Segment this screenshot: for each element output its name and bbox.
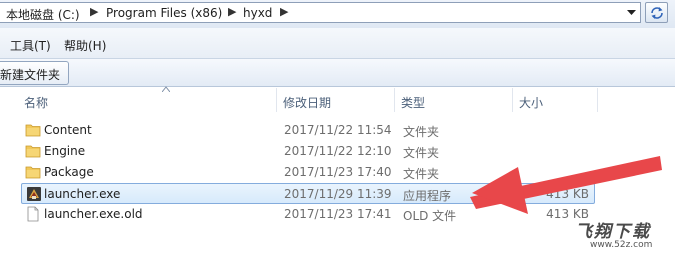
column-header-size-label: 大小 — [519, 96, 544, 110]
file-name: Engine — [44, 144, 86, 158]
list-item[interactable]: Engine 2017/11/22 12:10 文件夹 — [21, 141, 595, 162]
file-type: OLD 文件 — [403, 209, 457, 223]
address-bar-row: 本地磁盘 (C:) ▶ Program Files (x86) ▶ hyxd ▶ — [0, 0, 675, 28]
address-bar[interactable]: 本地磁盘 (C:) ▶ Program Files (x86) ▶ hyxd ▶ — [0, 2, 641, 23]
list-item[interactable]: Content 2017/11/22 11:54 文件夹 — [21, 120, 595, 141]
new-folder-button[interactable]: 新建文件夹 — [0, 61, 69, 85]
column-header-size[interactable]: 大小 — [513, 88, 598, 112]
folder-icon — [25, 124, 41, 137]
breadcrumb-separator-icon[interactable]: ▶ — [90, 5, 98, 18]
file-name: launcher.exe.old — [44, 207, 143, 221]
column-header-type[interactable]: 类型 — [395, 88, 513, 112]
menu-tools[interactable]: 工具(T) — [10, 37, 51, 54]
file-modified: 2017/11/23 17:40 — [284, 165, 392, 179]
breadcrumb-drive[interactable]: 本地磁盘 (C:) — [6, 6, 80, 23]
breadcrumb-hyxd[interactable]: hyxd — [243, 6, 272, 20]
file-type: 文件夹 — [403, 146, 440, 160]
breadcrumb-separator-icon[interactable]: ▶ — [280, 5, 288, 18]
folder-icon — [25, 166, 41, 179]
refresh-icon — [650, 6, 663, 19]
list-item[interactable]: launcher.exe.old 2017/11/23 17:41 OLD 文件… — [21, 204, 595, 225]
file-name: launcher.exe — [44, 187, 121, 201]
chevron-down-icon[interactable] — [624, 4, 639, 21]
file-type: 应用程序 — [403, 189, 452, 203]
column-header-type-label: 类型 — [401, 96, 426, 110]
column-header-name-label: 名称 — [24, 96, 49, 110]
refresh-button[interactable] — [645, 2, 668, 23]
file-type: 文件夹 — [403, 167, 440, 181]
column-header-name[interactable]: 名称 — [18, 86, 277, 112]
column-header-modified-label: 修改日期 — [283, 96, 332, 110]
menu-bar: 工具(T) 帮助(H) — [0, 28, 675, 59]
file-type: 文件夹 — [403, 125, 440, 139]
menu-help[interactable]: 帮助(H) — [64, 37, 106, 54]
watermark-title: 飞翔下载 — [575, 222, 651, 242]
column-header-modified[interactable]: 修改日期 — [277, 88, 395, 112]
folder-icon — [25, 145, 41, 158]
watermark-url: www.52z.com — [590, 240, 653, 250]
list-item-selected[interactable]: launcher.exe 2017/11/29 11:39 应用程序 413 K… — [21, 183, 595, 204]
breadcrumb-separator-icon[interactable]: ▶ — [228, 5, 236, 18]
launcher-app-icon — [27, 187, 41, 201]
file-name: Package — [44, 165, 94, 179]
file-modified: 2017/11/29 11:39 — [284, 187, 392, 201]
file-list: 名称 修改日期 类型 大小 Content 2017/11/22 11:54 文… — [0, 86, 675, 258]
file-modified: 2017/11/22 12:10 — [284, 144, 392, 158]
toolbar: 新建文件夹 — [0, 59, 675, 87]
file-modified: 2017/11/22 11:54 — [284, 123, 392, 137]
list-item[interactable]: Package 2017/11/23 17:40 文件夹 — [21, 162, 595, 183]
breadcrumb-program-files[interactable]: Program Files (x86) — [106, 6, 222, 20]
blank-file-icon — [27, 206, 39, 222]
file-size: 413 KB — [546, 187, 589, 201]
sort-ascending-icon — [162, 86, 170, 92]
file-modified: 2017/11/23 17:41 — [284, 207, 392, 221]
file-name: Content — [44, 123, 92, 137]
